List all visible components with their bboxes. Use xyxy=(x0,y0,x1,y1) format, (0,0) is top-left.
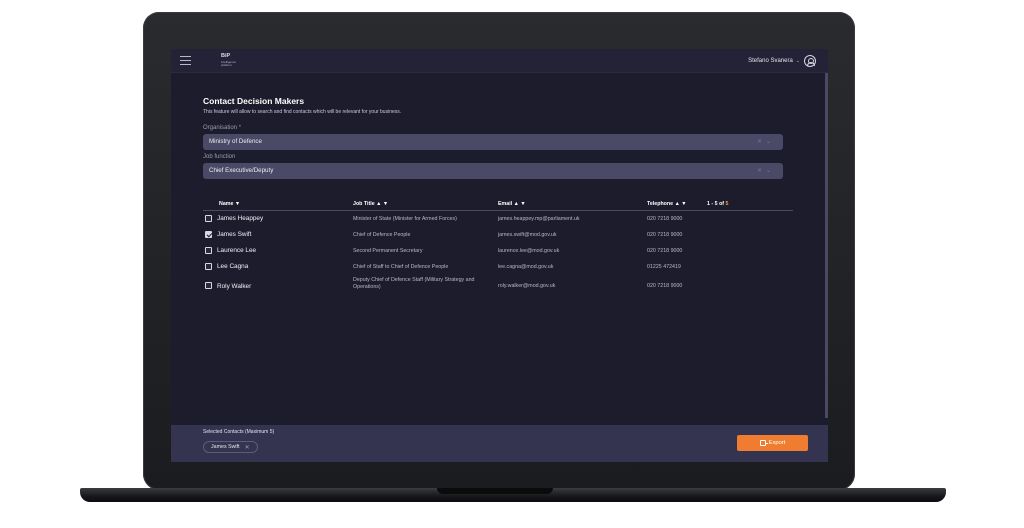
contact-job-title: Chief of Staff to Chief of Defence Peopl… xyxy=(353,264,449,270)
organisation-label: Organisation * xyxy=(203,125,242,131)
selected-contact-chip: James Swift ✕ xyxy=(203,441,258,453)
contact-name: Roly Walker xyxy=(217,283,252,290)
contact-job-title: Second Permanent Secretary xyxy=(353,248,423,254)
job-function-label: Job function xyxy=(203,154,236,160)
contact-telephone: 020 7218 9000 xyxy=(647,248,683,254)
contact-email: roly.walker@mod.gov.uk xyxy=(498,283,556,289)
sort-email-header[interactable]: Email ▲ ▼ xyxy=(498,201,526,207)
pagination-info: 1 - 5 of 5 xyxy=(707,201,729,207)
export-icon xyxy=(759,440,768,446)
table-row[interactable]: Roly Walker Deputy Chief of Defence Staf… xyxy=(203,275,793,295)
remove-chip-icon[interactable]: ✕ xyxy=(245,444,250,451)
contact-job-title: Chief of Defence People xyxy=(353,232,411,238)
sort-job-title-header[interactable]: Job Title ▲ ▼ xyxy=(353,201,388,207)
contacts-table: Name ▼ Job Title ▲ ▼ Email ▲ ▼ Telephone… xyxy=(203,201,793,295)
sort-name-header[interactable]: Name ▼ xyxy=(219,201,240,207)
chip-label: James Swift xyxy=(211,444,240,450)
clear-icon[interactable]: ✕ xyxy=(757,139,766,145)
row-checkbox-checked[interactable] xyxy=(205,231,212,238)
page-description: This feature will allow to search and fi… xyxy=(203,109,402,115)
contact-telephone: 020 7218 9000 xyxy=(647,283,683,289)
contact-name: James Swift xyxy=(217,231,252,238)
contact-name: Lee Cagna xyxy=(217,263,249,270)
logo-title: BiP xyxy=(221,53,231,59)
contact-email: james.heappey.mp@parliament.uk xyxy=(498,216,580,222)
required-mark: * xyxy=(238,125,242,131)
contact-name: James Heappey xyxy=(217,215,264,222)
user-menu[interactable]: Stefano Svanera ⌄ xyxy=(748,55,816,67)
page-title: Contact Decision Makers xyxy=(203,96,305,106)
selection-footer: Selected Contacts (Maximum 5) James Swif… xyxy=(171,425,828,462)
contact-job-title: Minister of State (Minister for Armed Fo… xyxy=(353,216,457,222)
chevron-down-icon[interactable]: ⌄ xyxy=(766,139,775,145)
row-checkbox[interactable] xyxy=(205,215,212,222)
contact-email: james.swift@mod.gov.uk xyxy=(498,232,557,238)
logo: BiP intelligence platform xyxy=(221,53,236,67)
row-checkbox[interactable] xyxy=(205,247,212,254)
chevron-down-icon[interactable]: ⌄ xyxy=(766,168,775,174)
export-label: Export xyxy=(768,440,786,446)
organisation-select[interactable]: Ministry of Defence ✕⌄ xyxy=(203,134,783,150)
contact-email: lee.cagna@mod.gov.uk xyxy=(498,264,554,270)
logo-subtitle-line-2: platform xyxy=(221,62,232,67)
contact-name: Laurence Lee xyxy=(217,247,257,254)
scrollbar[interactable] xyxy=(825,73,828,418)
export-button[interactable]: Export xyxy=(737,435,808,451)
table-row[interactable]: Lee Cagna Chief of Staff to Chief of Def… xyxy=(203,259,793,275)
table-row[interactable]: Laurence Lee Second Permanent Secretary … xyxy=(203,243,793,259)
row-checkbox[interactable] xyxy=(205,282,212,289)
user-avatar-icon[interactable] xyxy=(804,55,816,67)
top-bar: BiP intelligence platform Stefano Svaner… xyxy=(171,49,828,73)
main-content: Contact Decision Makers This feature wil… xyxy=(203,96,793,295)
app-screen: BiP intelligence platform Stefano Svaner… xyxy=(171,49,828,462)
select-controls: ✕⌄ xyxy=(757,138,775,145)
contact-job-title: Deputy Chief of Defence Staff (Military … xyxy=(353,277,475,291)
contact-telephone: 01225 472419 xyxy=(647,264,681,270)
scrollbar-thumb[interactable] xyxy=(825,73,828,418)
contact-telephone: 020 7218 9000 xyxy=(647,216,683,222)
job-function-select[interactable]: Chief Executive/Deputy ✕⌄ xyxy=(203,163,783,179)
job-function-value: Chief Executive/Deputy xyxy=(209,167,274,174)
row-checkbox[interactable] xyxy=(205,263,212,270)
laptop-notch xyxy=(437,488,553,494)
table-header: Name ▼ Job Title ▲ ▼ Email ▲ ▼ Telephone… xyxy=(203,201,793,211)
clear-icon[interactable]: ✕ xyxy=(757,168,766,174)
sort-telephone-header[interactable]: Telephone ▲ ▼ xyxy=(647,201,687,207)
contact-email: laurence.lee@mod.gov.uk xyxy=(498,248,560,254)
chevron-down-icon: ⌄ xyxy=(795,58,800,64)
menu-icon[interactable] xyxy=(180,56,191,65)
selected-contacts-label: Selected Contacts (Maximum 5) xyxy=(203,429,275,435)
select-controls: ✕⌄ xyxy=(757,167,775,174)
table-row[interactable]: James Heappey Minister of State (Ministe… xyxy=(203,211,793,227)
organisation-value: Ministry of Defence xyxy=(209,138,262,145)
contact-telephone: 020 7218 9000 xyxy=(647,232,683,238)
user-name: Stefano Svanera xyxy=(748,58,793,64)
table-row[interactable]: James Swift Chief of Defence People jame… xyxy=(203,227,793,243)
